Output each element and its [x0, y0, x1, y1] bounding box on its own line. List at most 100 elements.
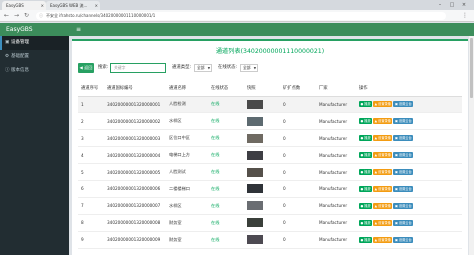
forward-arrow-icon[interactable]: → [12, 11, 21, 21]
play-button[interactable]: ● 播放 [359, 118, 373, 125]
row-snapshot [244, 197, 280, 215]
ptz-setting-button[interactable]: ▣ 设置云台 [393, 101, 414, 108]
row-vendor: Manufacturer [316, 146, 356, 165]
play-button[interactable]: ● 播放 [359, 135, 373, 142]
record-setting-button[interactable]: ▲ 设置录像 [373, 118, 393, 125]
browser-tab-second[interactable]: EasyGBS WEB 流... × [46, 1, 100, 10]
snapshot-thumbnail[interactable] [247, 184, 263, 194]
page-title: 通道列表(34020000001110000021) [215, 48, 325, 55]
table-row[interactable]: 3 34020000001320000003 区位口中区 在线 0 Manufacture… [78, 129, 462, 148]
play-button[interactable]: ● 播放 [359, 152, 373, 159]
close-tab-icon[interactable]: × [95, 1, 98, 10]
col-header[interactable]: 矿扩点数 [280, 81, 316, 97]
row-status: 在线 [208, 129, 244, 148]
row-status: 在线 [208, 180, 244, 198]
sidebar-item-config[interactable]: ⚙ 基础配置 [0, 50, 69, 64]
play-button[interactable]: ● 播放 [359, 236, 373, 243]
record-setting-button[interactable]: ▲ 设置录像 [373, 152, 393, 159]
row-status: 在线 [208, 96, 244, 114]
table-row[interactable]: 9 34020000001320000009 财务室 在线 0 Manufacturer ●… [78, 231, 462, 249]
ptz-setting-button[interactable]: ▣ 设置云台 [393, 152, 414, 159]
ptz-setting-button[interactable]: ▣ 设置云台 [393, 219, 414, 226]
vertical-scrollbar[interactable] [469, 36, 474, 255]
col-header[interactable]: 通道序号 [78, 81, 104, 97]
chevron-down-icon: ▼ [253, 66, 256, 70]
record-setting-button[interactable]: ▲ 设置录像 [373, 202, 393, 209]
row-channel-name: 人脸检测 [166, 96, 208, 114]
record-setting-button[interactable]: ▲ 设置录像 [373, 169, 393, 175]
play-button[interactable]: ● 播放 [359, 169, 373, 175]
browser-menu-icon[interactable]: ⋮ [462, 11, 468, 21]
ptz-setting-button[interactable]: ▣ 设置云台 [393, 135, 414, 142]
table-row[interactable]: 8 34020000001320000008 财务室 在线 0 Manufacturer ●… [78, 214, 462, 232]
table-row[interactable]: 5 34020000001320000005 人脸测试 在线 0 Manufacturer… [78, 163, 462, 181]
tab-label: EasyGBS [6, 3, 24, 8]
row-points: 0 [280, 231, 316, 249]
maximize-icon[interactable]: □ [446, 0, 458, 10]
snapshot-thumbnail[interactable] [247, 99, 263, 109]
table-row[interactable]: 6 34020000001320000006 二楼楼梯口 在线 0 Manufacture… [78, 180, 462, 198]
snapshot-thumbnail[interactable] [247, 167, 263, 177]
row-vendor: Manufacturer [316, 112, 356, 131]
row-snapshot [244, 146, 280, 165]
close-window-icon[interactable]: × [458, 0, 470, 10]
row-snapshot [244, 96, 280, 114]
table-row[interactable]: 7 34020000001320000007 水样区 在线 0 Manufacturer ●… [78, 197, 462, 215]
row-actions: ● 播放 ▲ 设置录像 ▣ 设置云台 [356, 163, 462, 181]
row-vendor: Manufacturer [316, 163, 356, 181]
play-button[interactable]: ● 播放 [359, 219, 373, 226]
sidebar-item-version[interactable]: ⓘ 版本信息 [0, 64, 69, 78]
snapshot-thumbnail[interactable] [247, 116, 263, 126]
snapshot-thumbnail[interactable] [247, 218, 263, 228]
play-button[interactable]: ● 播放 [359, 101, 373, 108]
search-input[interactable]: 关键字 [110, 63, 166, 73]
minimize-icon[interactable]: – [434, 0, 446, 10]
table-row[interactable]: 2 34020000001320000002 水样区 在线 0 Manufacturer ●… [78, 112, 462, 131]
row-vendor: Manufacturer [316, 180, 356, 198]
row-vendor: Manufacturer [316, 197, 356, 215]
status-filter-select[interactable]: 全部 ▼ [240, 64, 258, 72]
back-button[interactable]: ◀ 返回 [78, 63, 94, 73]
url-field[interactable]: ⓘ 不安全 ifrahsto.ru/channels/34020000001110… [36, 12, 446, 20]
close-tab-icon[interactable]: × [41, 1, 44, 10]
row-actions: ● 播放 ▲ 设置录像 ▣ 设置云台 [356, 180, 462, 198]
table-row[interactable]: 1 34020000001320000001 人脸检测 在线 0 Manufacturer… [78, 96, 462, 114]
row-index: 7 [78, 197, 104, 215]
snapshot-thumbnail[interactable] [247, 201, 263, 211]
record-setting-button[interactable]: ▲ 设置录像 [373, 135, 393, 142]
row-channel-code: 34020000001320000007 [104, 197, 166, 215]
app-brand[interactable]: EasyGBS [0, 23, 69, 36]
table-row[interactable]: 4 34020000001320000004 电梯口上方 在线 0 Manufacture… [78, 146, 462, 165]
col-header[interactable]: 厂家 [316, 81, 356, 97]
col-header[interactable]: 通道国标编号 [104, 81, 166, 97]
row-actions: ● 播放 ▲ 设置录像 ▣ 设置云台 [356, 129, 462, 148]
snapshot-thumbnail[interactable] [247, 150, 263, 160]
browser-tab-easygbs[interactable]: EasyGBS × [2, 1, 46, 10]
row-channel-name: 水样区 [166, 112, 208, 131]
back-arrow-icon[interactable]: ← [2, 11, 11, 21]
scrollbar-thumb[interactable] [470, 38, 473, 98]
record-setting-button[interactable]: ▲ 设置录像 [373, 236, 393, 243]
row-points: 0 [280, 197, 316, 215]
ptz-setting-button[interactable]: ▣ 设置云台 [393, 202, 414, 209]
record-setting-button[interactable]: ▲ 设置录像 [373, 219, 393, 226]
record-setting-button[interactable]: ▲ 设置录像 [373, 101, 393, 108]
status-filter-label: 在线状态: [218, 65, 238, 70]
snapshot-thumbnail[interactable] [247, 235, 263, 245]
row-index: 4 [78, 146, 104, 165]
play-button[interactable]: ● 播放 [359, 185, 373, 192]
menu-toggle-icon[interactable]: ≡ [76, 23, 81, 36]
sidebar-item-devices[interactable]: ▣ 设备管理 [0, 36, 69, 50]
ptz-setting-button[interactable]: ▣ 设置云台 [393, 185, 414, 192]
ptz-setting-button[interactable]: ▣ 设置云台 [393, 118, 414, 125]
col-header[interactable]: 通道名称 [166, 81, 208, 97]
row-snapshot [244, 231, 280, 249]
ptz-setting-button[interactable]: ▣ 设置云台 [393, 236, 414, 243]
reload-icon[interactable]: ↻ [22, 11, 31, 21]
snapshot-thumbnail[interactable] [247, 133, 263, 143]
ptz-setting-button[interactable]: ▣ 设置云台 [393, 169, 414, 175]
play-button[interactable]: ● 播放 [359, 202, 373, 209]
col-header[interactable]: 在线状态 [208, 81, 244, 97]
record-setting-button[interactable]: ▲ 设置录像 [373, 185, 393, 192]
type-filter-select[interactable]: 全部 ▼ [194, 64, 212, 72]
